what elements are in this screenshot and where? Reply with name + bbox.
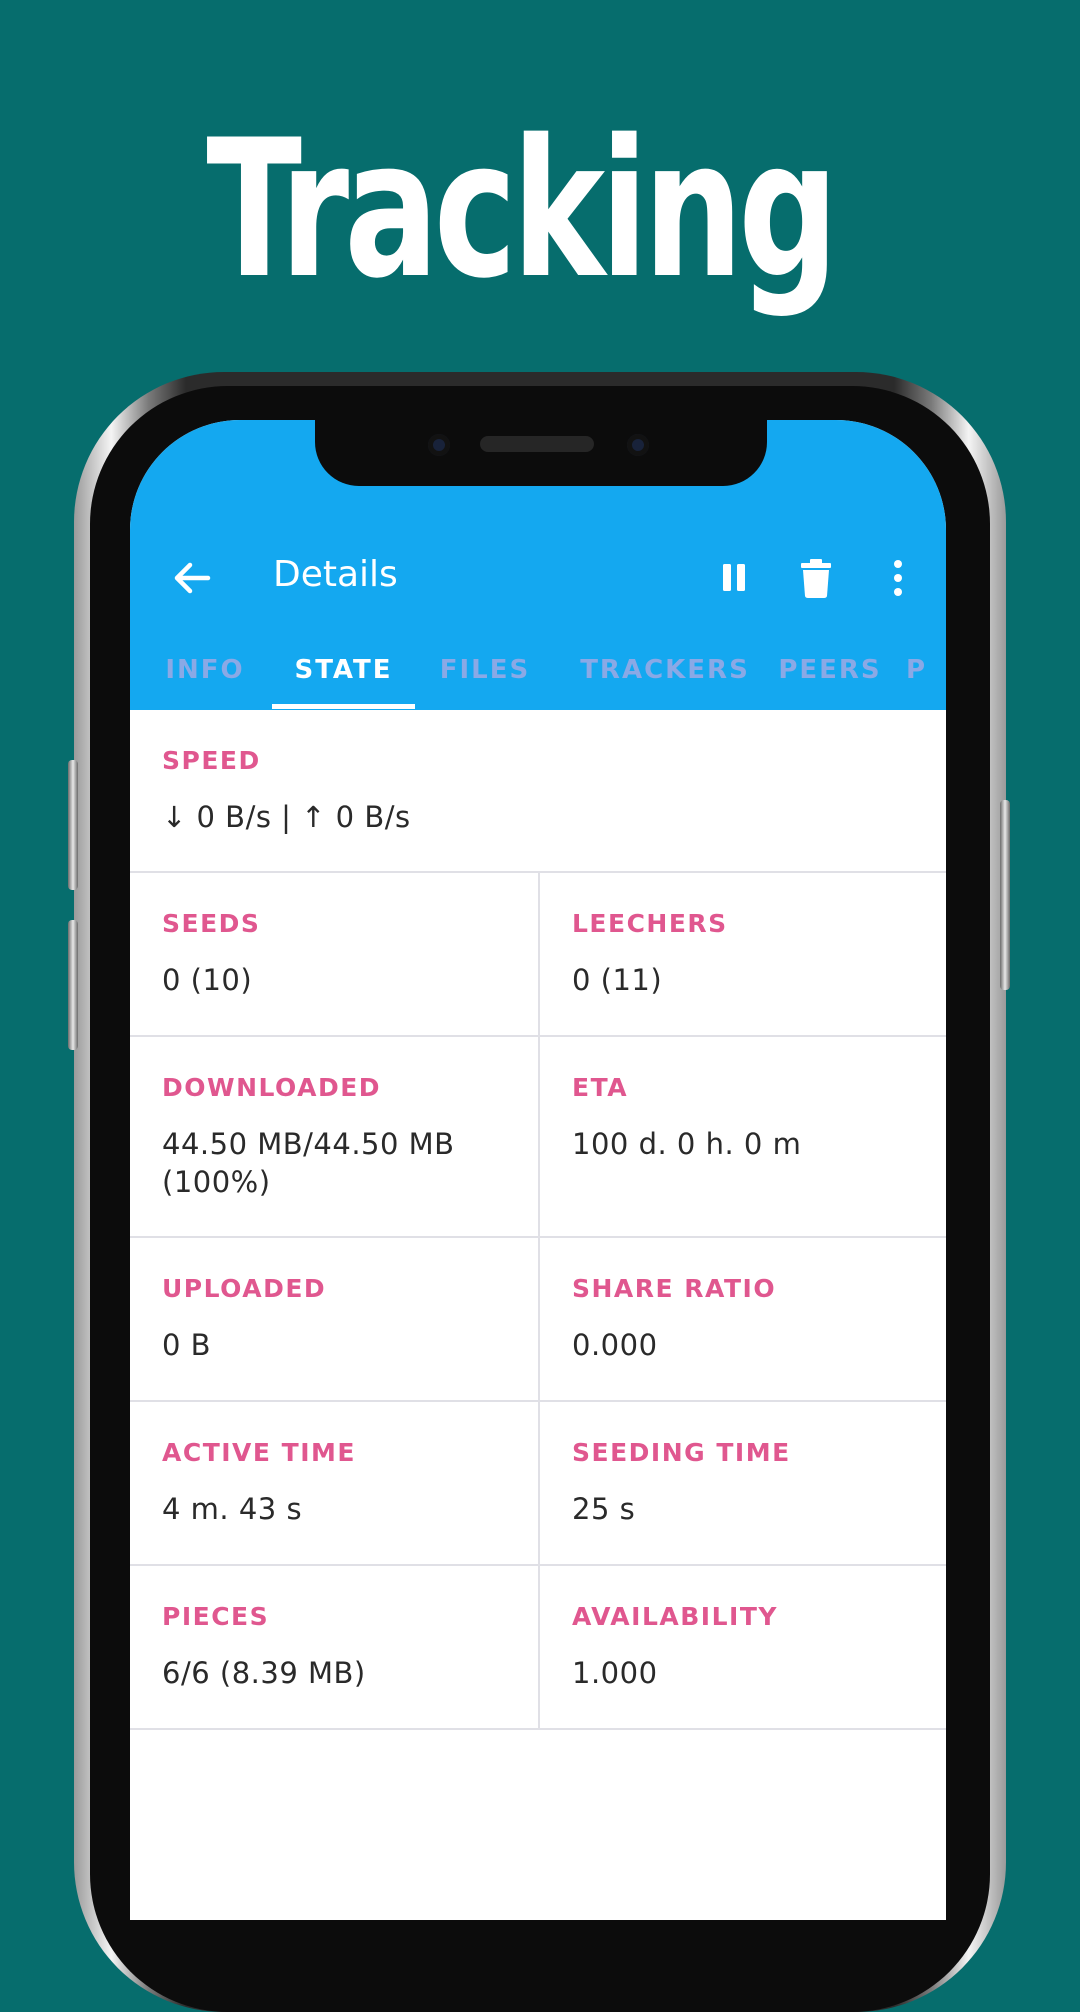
phone-side-button [68,760,78,890]
uploaded-value: 0 B [162,1328,212,1362]
availability-value: 1.000 [572,1656,658,1690]
seeds-label: SEEDS [162,909,261,938]
tab-indicator [272,704,415,709]
downloaded-cell: DOWNLOADED 44.50 MB/44.50 MB (100%) [130,1037,538,1236]
pieces-cell: PIECES 6/6 (8.39 MB) [130,1566,538,1728]
leechers-label: LEECHERS [572,909,728,938]
detail-row: ACTIVE TIME 4 m. 43 s SEEDING TIME 25 s [130,1402,946,1566]
phone-side-button [1000,800,1010,990]
active-time-value: 4 m. 43 s [162,1492,303,1526]
availability-label: AVAILABILITY [572,1602,778,1631]
leechers-value: 0 (11) [572,963,663,997]
toolbar: Details [130,530,946,630]
speed-cell: SPEED ↓ 0 B/s | ↑ 0 B/s [130,710,946,871]
availability-cell: AVAILABILITY 1.000 [538,1566,946,1728]
detail-row: PIECES 6/6 (8.39 MB) AVAILABILITY 1.000 [130,1566,946,1730]
tab-pieces[interactable]: P [906,630,946,710]
pause-icon[interactable] [706,550,762,606]
phone-side-button [68,920,78,1050]
phone-notch [315,420,767,486]
active-time-label: ACTIVE TIME [162,1438,356,1467]
downloaded-label: DOWNLOADED [162,1073,382,1102]
state-details: SPEED ↓ 0 B/s | ↑ 0 B/s SEEDS 0 (10) LEE… [130,710,946,1730]
tab-trackers[interactable]: TRACKERS [565,630,765,710]
share-ratio-value: 0.000 [572,1328,658,1362]
uploaded-cell: UPLOADED 0 B [130,1238,538,1400]
leechers-cell: LEECHERS 0 (11) [538,873,946,1035]
seeding-time-cell: SEEDING TIME 25 s [538,1402,946,1564]
speed-value: ↓ 0 B/s | ↑ 0 B/s [162,800,411,834]
phone-speaker [480,436,594,452]
detail-row: DOWNLOADED 44.50 MB/44.50 MB (100%) ETA … [130,1037,946,1238]
page-title: Details [273,554,398,595]
eta-value: 100 d. 0 h. 0 m [572,1127,802,1161]
seeds-cell: SEEDS 0 (10) [130,873,538,1035]
more-vert-icon[interactable] [870,550,926,606]
promo-title: Tracking [206,99,838,320]
speed-label: SPEED [162,746,261,775]
sensor-icon [627,434,649,456]
share-ratio-cell: SHARE RATIO 0.000 [538,1238,946,1400]
seeding-time-label: SEEDING TIME [572,1438,791,1467]
delete-icon[interactable] [788,550,844,606]
pieces-label: PIECES [162,1602,270,1631]
seeds-value: 0 (10) [162,963,253,997]
active-time-cell: ACTIVE TIME 4 m. 43 s [130,1402,538,1564]
tab-state[interactable]: STATE [272,630,415,710]
detail-row: SPEED ↓ 0 B/s | ↑ 0 B/s [130,710,946,873]
detail-row: SEEDS 0 (10) LEECHERS 0 (11) [130,873,946,1037]
eta-label: ETA [572,1073,629,1102]
uploaded-label: UPLOADED [162,1274,327,1303]
detail-row: UPLOADED 0 B SHARE RATIO 0.000 [130,1238,946,1402]
tab-files[interactable]: FILES [420,630,550,710]
phone-screen: Details INFO STATE FILES TRACKERS PEERS [130,420,946,1920]
seeding-time-value: 25 s [572,1492,636,1526]
share-ratio-label: SHARE RATIO [572,1274,777,1303]
tab-peers[interactable]: PEERS [770,630,890,710]
downloaded-value: 44.50 MB/44.50 MB (100%) [162,1127,455,1199]
front-camera-icon [428,434,450,456]
tab-info[interactable]: INFO [150,630,260,710]
eta-cell: ETA 100 d. 0 h. 0 m [538,1037,946,1236]
tab-bar: INFO STATE FILES TRACKERS PEERS P [130,630,946,710]
arrow-left-icon[interactable] [164,550,220,606]
pieces-value: 6/6 (8.39 MB) [162,1656,366,1690]
